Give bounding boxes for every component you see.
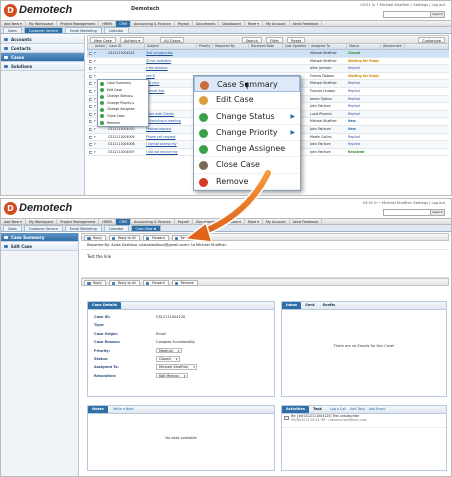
- transition-arrow-icon: [183, 168, 273, 243]
